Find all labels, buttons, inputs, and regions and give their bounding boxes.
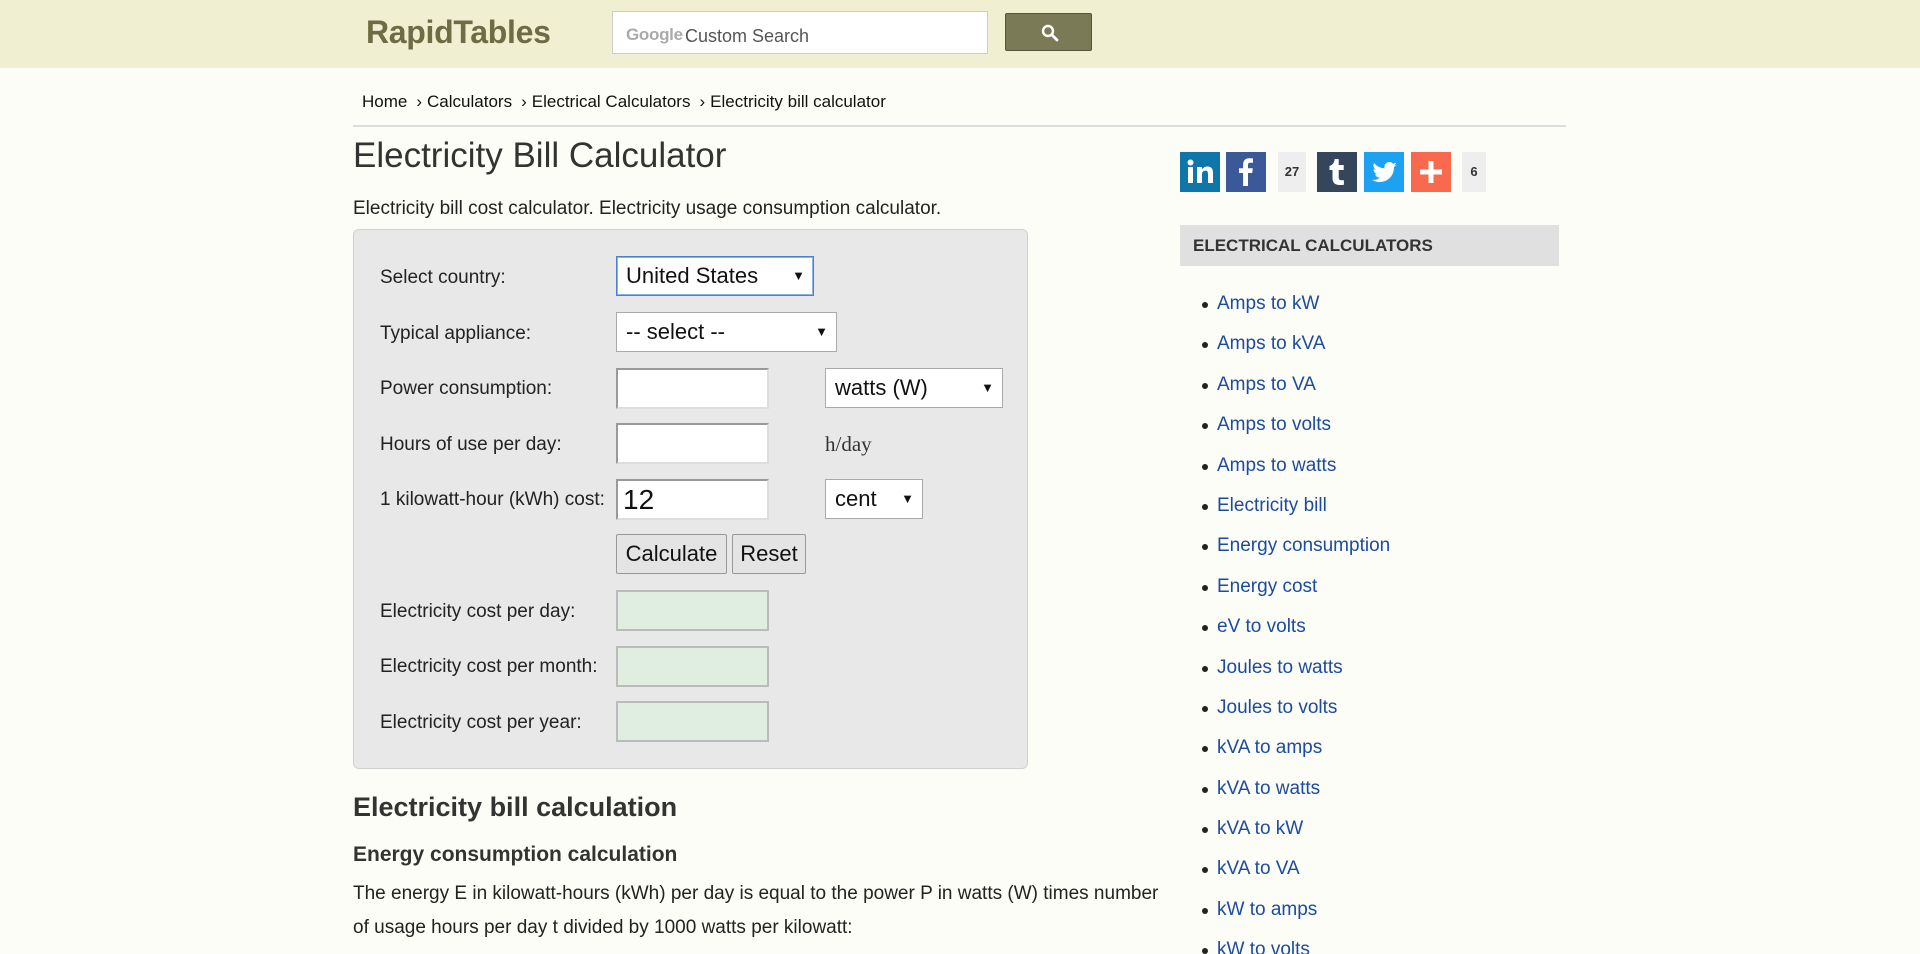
facebook-share-button[interactable] — [1226, 152, 1266, 192]
calculator-panel: Select country: United States ▼ Typical … — [353, 229, 1028, 769]
sidebar-header: ELECTRICAL CALCULATORS — [1180, 225, 1559, 266]
breadcrumb-separator: › — [416, 92, 423, 111]
breadcrumb-separator: › — [521, 92, 527, 111]
facebook-icon — [1239, 158, 1253, 186]
currency-unit-value: cent — [835, 486, 877, 511]
country-select[interactable]: United States ▼ — [616, 256, 814, 296]
addthis-share-button[interactable] — [1411, 152, 1451, 192]
hours-input[interactable] — [616, 423, 769, 464]
sidebar-item-electricity-bill[interactable]: Electricity bill — [1200, 486, 1390, 526]
hours-label: Hours of use per day: — [380, 434, 562, 455]
kwh-cost-label: 1 kilowatt-hour (kWh) cost: — [380, 489, 605, 510]
currency-unit-select[interactable]: cent ▼ — [825, 479, 923, 519]
sidebar-item-kw-to-amps[interactable]: kW to amps — [1200, 890, 1390, 930]
hours-unit: h/day — [825, 432, 872, 456]
tumblr-share-button[interactable] — [1317, 152, 1357, 192]
content-paragraph: The energy E in kilowatt-hours (kWh) per… — [353, 883, 1159, 938]
sidebar-item-amps-to-kw[interactable]: Amps to kW — [1200, 284, 1390, 324]
cost-day-output[interactable] — [616, 590, 769, 631]
sidebar-item-ev-to-volts[interactable]: eV to volts — [1200, 607, 1390, 647]
divider — [353, 125, 1566, 127]
sidebar-item-kva-to-amps[interactable]: kVA to amps — [1200, 728, 1390, 768]
sidebar-item-kva-to-va[interactable]: kVA to VA — [1200, 849, 1390, 889]
breadcrumb-current[interactable]: Electricity bill calculator — [710, 92, 886, 111]
sidebar-item-amps-to-va[interactable]: Amps to VA — [1200, 365, 1390, 405]
cost-year-output[interactable] — [616, 701, 769, 742]
page-description: Electricity bill cost calculator. Electr… — [353, 198, 942, 219]
section-title: Electricity bill calculation — [353, 792, 678, 822]
google-brand: Google — [626, 25, 683, 44]
sidebar-list: Amps to kW Amps to kVA Amps to VA Amps t… — [1200, 284, 1390, 954]
appliance-label: Typical appliance: — [380, 323, 532, 344]
facebook-share-count: 27 — [1278, 152, 1306, 192]
search-placeholder: Custom Search — [685, 26, 810, 46]
cost-day-label: Electricity cost per day: — [380, 601, 576, 622]
dropdown-arrow-icon: ▼ — [815, 324, 828, 339]
sidebar-item-kw-to-volts[interactable]: kW to volts — [1200, 930, 1390, 954]
sidebar-item-energy-consumption[interactable]: Energy consumption — [1200, 526, 1390, 566]
addthis-share-count: 6 — [1462, 152, 1486, 192]
linkedin-icon — [1187, 159, 1213, 183]
site-header: RapidTables Google Custom Search — [0, 0, 1920, 68]
linkedin-share-button[interactable] — [1180, 152, 1220, 192]
page-title: Electricity Bill Calculator — [353, 136, 727, 175]
breadcrumb-home[interactable]: Home — [362, 92, 407, 111]
appliance-value: -- select -- — [626, 319, 725, 344]
breadcrumb-electrical-calculators[interactable]: Electrical Calculators — [532, 92, 691, 111]
power-input[interactable] — [616, 368, 769, 409]
dropdown-arrow-icon: ▼ — [901, 491, 914, 506]
power-unit-select[interactable]: watts (W) ▼ — [825, 368, 1003, 408]
sidebar-item-amps-to-volts[interactable]: Amps to volts — [1200, 405, 1390, 445]
cost-month-label: Electricity cost per month: — [380, 656, 598, 677]
search-button[interactable] — [1005, 13, 1092, 51]
sidebar-item-amps-to-watts[interactable]: Amps to watts — [1200, 446, 1390, 486]
sidebar-item-joules-to-watts[interactable]: Joules to watts — [1200, 648, 1390, 688]
search-icon — [1041, 24, 1059, 42]
power-label: Power consumption: — [380, 378, 553, 399]
plus-icon — [1420, 161, 1442, 183]
power-unit-value: watts (W) — [835, 375, 928, 400]
country-value: United States — [626, 263, 759, 288]
country-label: Select country: — [380, 267, 506, 288]
tumblr-icon — [1329, 159, 1344, 185]
search-input[interactable]: Google Custom Search — [612, 11, 988, 54]
sidebar-item-amps-to-kva[interactable]: Amps to kVA — [1200, 324, 1390, 364]
sidebar-item-energy-cost[interactable]: Energy cost — [1200, 567, 1390, 607]
breadcrumb-separator: › — [699, 92, 706, 111]
sidebar-item-kva-to-watts[interactable]: kVA to watts — [1200, 769, 1390, 809]
site-logo[interactable]: RapidTables — [366, 14, 551, 51]
breadcrumb: Home › Calculators › Electrical Calculators ›… — [362, 92, 886, 112]
sub-title: Energy consumption calculation — [353, 843, 678, 866]
twitter-icon — [1372, 161, 1397, 183]
dropdown-arrow-icon: ▼ — [981, 380, 994, 395]
sidebar-item-kva-to-kw[interactable]: kVA to kW — [1200, 809, 1390, 849]
dropdown-arrow-icon: ▼ — [792, 268, 805, 283]
kwh-cost-input[interactable]: 12 — [616, 479, 769, 520]
sidebar-item-joules-to-volts[interactable]: Joules to volts — [1200, 688, 1390, 728]
cost-month-output[interactable] — [616, 646, 769, 687]
reset-button[interactable]: Reset — [732, 534, 806, 574]
cost-year-label: Electricity cost per year: — [380, 712, 582, 733]
twitter-share-button[interactable] — [1364, 152, 1404, 192]
appliance-select[interactable]: -- select -- ▼ — [616, 312, 837, 352]
calculate-button[interactable]: Calculate — [616, 534, 727, 574]
breadcrumb-calculators[interactable]: Calculators — [427, 92, 512, 111]
